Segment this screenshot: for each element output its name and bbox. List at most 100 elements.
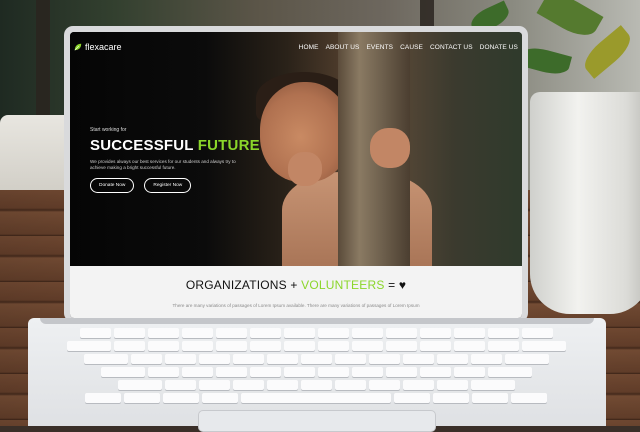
keyboard-key	[504, 354, 549, 364]
section-subtitle: There are many variations of passages of…	[172, 303, 420, 308]
keyboard-key	[215, 341, 247, 351]
keyboard-key	[181, 341, 213, 351]
keyboard-key	[521, 341, 566, 351]
keyboard-key	[215, 367, 247, 377]
hero-text: Start working for SUCCESSFUL FUTURE We p…	[90, 127, 260, 193]
keyboard-key	[453, 328, 485, 338]
keyboard-row	[52, 341, 580, 351]
keyboard-key	[113, 328, 145, 338]
nav-cause[interactable]: CAUSE	[400, 44, 423, 51]
nav-donate-us[interactable]: DONATE US	[480, 44, 518, 51]
laptop-screen: Start working for SUCCESSFUL FUTURE We p…	[70, 32, 522, 318]
keyboard-key	[181, 367, 213, 377]
keyboard-key	[198, 380, 230, 390]
keyboard-key	[368, 380, 400, 390]
keyboard-key	[419, 367, 451, 377]
hero-description: We provides always our best services for…	[90, 159, 236, 170]
laptop-touchpad	[198, 410, 436, 432]
title-part1: ORGANIZATIONS +	[185, 278, 298, 292]
keyboard-key	[351, 341, 383, 351]
keyboard-key	[66, 341, 111, 351]
keyboard-key	[215, 328, 247, 338]
keyboard-key	[487, 328, 519, 338]
keyboard-key	[385, 367, 417, 377]
nav-about-us[interactable]: ABOUT US	[326, 44, 360, 51]
keyboard-key	[511, 393, 547, 403]
nav-contact-us[interactable]: CONTACT US	[430, 44, 473, 51]
hero-photo-hand	[288, 152, 322, 186]
keyboard-key	[419, 341, 451, 351]
keyboard-key	[436, 354, 468, 364]
keyboard-key	[453, 341, 485, 351]
hero-buttons: Donate Now Register Now	[90, 178, 260, 193]
laptop-keyboard	[52, 328, 580, 404]
leaf-icon	[74, 43, 82, 51]
nav-home[interactable]: HOME	[299, 44, 319, 51]
hero-section: Start working for SUCCESSFUL FUTURE We p…	[70, 32, 522, 267]
keyboard-row	[52, 328, 580, 338]
plant-pot	[530, 92, 640, 314]
keyboard-key	[147, 328, 179, 338]
keyboard-key	[283, 328, 315, 338]
keyboard-key	[241, 393, 391, 403]
keyboard-key	[164, 380, 196, 390]
keyboard-key	[521, 328, 553, 338]
keyboard-key	[300, 380, 332, 390]
keyboard-key	[85, 393, 121, 403]
keyboard-key	[249, 328, 281, 338]
keyboard-key	[100, 367, 145, 377]
keyboard-key	[402, 380, 434, 390]
title-part2: =	[388, 278, 396, 292]
keyboard-key	[124, 393, 160, 403]
keyboard-key	[202, 393, 238, 403]
section-title: ORGANIZATIONS + VOLUNTEERS = ♥	[70, 278, 522, 292]
hero-headline: SUCCESSFUL FUTURE	[90, 137, 260, 154]
site-logo[interactable]: flexacare	[74, 42, 122, 52]
hero-photo-hand	[370, 128, 410, 168]
keyboard-key	[436, 380, 468, 390]
keyboard-key	[453, 367, 485, 377]
keyboard-row	[52, 393, 580, 403]
keyboard-key	[117, 380, 162, 390]
keyboard-key	[198, 354, 230, 364]
keyboard-key	[232, 354, 264, 364]
keyboard-key	[79, 328, 111, 338]
keyboard-key	[351, 328, 383, 338]
keyboard-key	[300, 354, 332, 364]
keyboard-key	[394, 393, 430, 403]
keyboard-key	[113, 341, 145, 351]
keyboard-key	[433, 393, 469, 403]
top-navigation: flexacare HOME ABOUT US EVENTS CAUSE CON…	[70, 32, 522, 62]
organizations-section: ORGANIZATIONS + VOLUNTEERS = ♥ There are…	[70, 266, 522, 318]
keyboard-key	[317, 367, 349, 377]
keyboard-key	[334, 380, 366, 390]
keyboard-key	[368, 354, 400, 364]
keyboard-key	[163, 393, 199, 403]
heart-icon: ♥	[398, 278, 407, 292]
keyboard-key	[164, 354, 196, 364]
keyboard-row	[52, 367, 580, 377]
keyboard-key	[147, 367, 179, 377]
register-now-button[interactable]: Register Now	[144, 178, 192, 193]
keyboard-key	[232, 380, 264, 390]
keyboard-key	[283, 367, 315, 377]
keyboard-key	[470, 380, 515, 390]
nav-events[interactable]: EVENTS	[366, 44, 393, 51]
keyboard-key	[317, 328, 349, 338]
keyboard-key	[83, 354, 128, 364]
headline-main: SUCCESSFUL	[90, 137, 194, 154]
title-accent: VOLUNTEERS	[301, 278, 385, 292]
keyboard-key	[181, 328, 213, 338]
keyboard-key	[249, 367, 281, 377]
keyboard-row	[52, 380, 580, 390]
keyboard-key	[419, 328, 451, 338]
logo-text: flexacare	[85, 42, 122, 52]
keyboard-key	[266, 354, 298, 364]
keyboard-key	[249, 341, 281, 351]
keyboard-key	[470, 354, 502, 364]
headline-accent: FUTURE	[197, 137, 260, 154]
donate-now-button[interactable]: Donate Now	[90, 178, 135, 193]
keyboard-key	[487, 341, 519, 351]
keyboard-key	[385, 341, 417, 351]
nav-menu: HOME ABOUT US EVENTS CAUSE CONTACT US DO…	[299, 44, 518, 51]
